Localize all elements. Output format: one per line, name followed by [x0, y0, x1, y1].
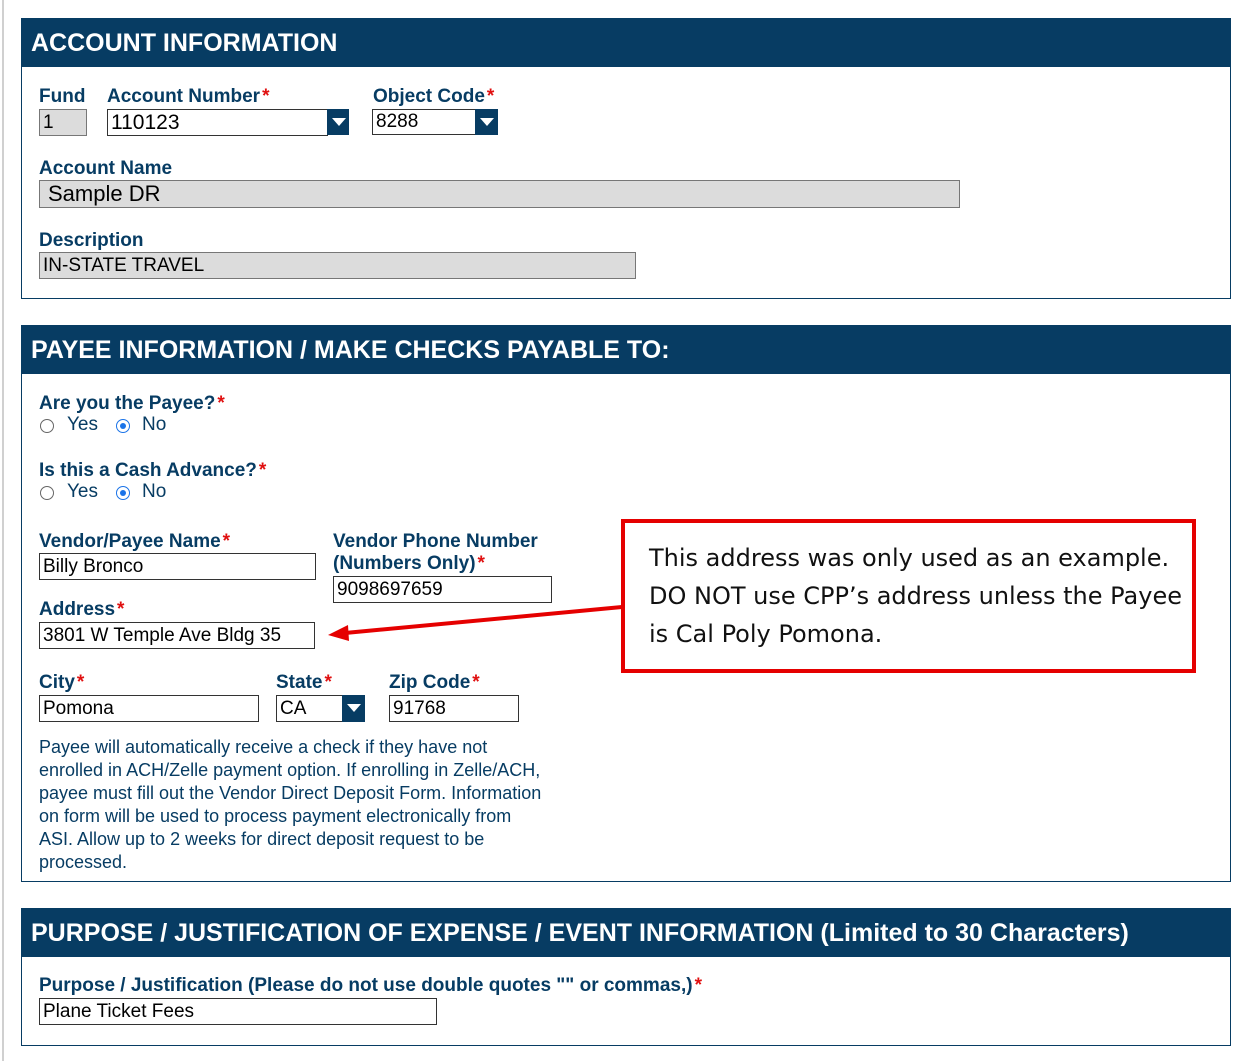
state-dropdown-icon[interactable] [342, 695, 365, 722]
account-number-select[interactable]: 110123 [107, 109, 328, 136]
vendor-name-label: Vendor/Payee Name * [39, 531, 231, 552]
purpose-section: PURPOSE / JUSTIFICATION OF EXPENSE / EVE… [21, 908, 1231, 1046]
cash-advance-no-radio[interactable] [116, 486, 130, 500]
address-label: Address * [39, 599, 125, 620]
annotation-callout-box: This address was only used as an example… [621, 519, 1196, 673]
zip-code-label: Zip Code * [389, 672, 480, 693]
callout-line: DO NOT use CPP’s address unless the Paye… [649, 582, 1182, 610]
payee-no-label: No [142, 414, 167, 435]
fund-field: 1 [39, 109, 87, 136]
vendor-name-input[interactable]: Billy Bronco [39, 553, 316, 580]
description-label: Description [39, 230, 144, 251]
callout-text: This address was only used as an example… [649, 539, 1189, 653]
account-information-section: ACCOUNT INFORMATION Fund 1 Account Numbe… [21, 18, 1231, 299]
section-header: ACCOUNT INFORMATION [22, 19, 1230, 67]
object-code-select[interactable]: 8288 [372, 109, 476, 135]
object-code-dropdown-icon[interactable] [475, 109, 498, 135]
purpose-label: Purpose / Justification (Please do not u… [39, 975, 702, 996]
payee-yes-label: Yes [67, 414, 98, 435]
left-border [2, 0, 4, 1061]
cash-advance-yes-radio[interactable] [40, 486, 54, 500]
note-line: processed. [39, 852, 128, 872]
callout-line: is Cal Poly Pomona. [649, 620, 883, 648]
cash-advance-no-label: No [142, 481, 167, 502]
fund-label: Fund [39, 86, 86, 107]
object-code-label: Object Code * [373, 86, 495, 107]
state-select[interactable]: CA [276, 695, 343, 722]
payee-no-radio[interactable] [116, 419, 130, 433]
account-name-field: Sample DR [39, 180, 960, 208]
cash-advance-label: Is this a Cash Advance? * [39, 460, 267, 481]
note-line: ASI. Allow up to 2 weeks for direct depo… [39, 829, 485, 849]
note-line: payee must fill out the Vendor Direct De… [39, 783, 542, 803]
note-line: on form will be used to process payment … [39, 806, 512, 826]
account-name-label: Account Name [39, 158, 173, 179]
section-header: PURPOSE / JUSTIFICATION OF EXPENSE / EVE… [22, 909, 1230, 957]
note-line: Payee will automatically receive a check… [39, 737, 488, 757]
purpose-input[interactable]: Plane Ticket Fees [39, 998, 437, 1025]
vendor-phone-input[interactable]: 9098697659 [333, 576, 552, 603]
are-you-payee-label: Are you the Payee? * [39, 393, 225, 414]
account-number-dropdown-icon[interactable] [327, 109, 349, 135]
city-input[interactable]: Pomona [39, 695, 259, 722]
vendor-phone-label: Vendor Phone Number (Numbers Only) * [333, 531, 538, 574]
payee-yes-radio[interactable] [40, 419, 54, 433]
description-field: IN-STATE TRAVEL [39, 252, 636, 279]
note-line: enrolled in ACH/Zelle payment option. If… [39, 760, 541, 780]
state-label: State * [276, 672, 332, 693]
address-input[interactable]: 3801 W Temple Ave Bldg 35 [39, 622, 315, 649]
section-header: PAYEE INFORMATION / MAKE CHECKS PAYABLE … [22, 326, 1230, 374]
payee-payment-note: Payee will automatically receive a check… [39, 736, 639, 874]
zip-code-input[interactable]: 91768 [389, 695, 519, 722]
city-label: City * [39, 672, 85, 693]
account-number-label: Account Number * [107, 86, 270, 107]
callout-line: This address was only used as an example… [649, 544, 1170, 572]
cash-advance-yes-label: Yes [67, 481, 98, 502]
